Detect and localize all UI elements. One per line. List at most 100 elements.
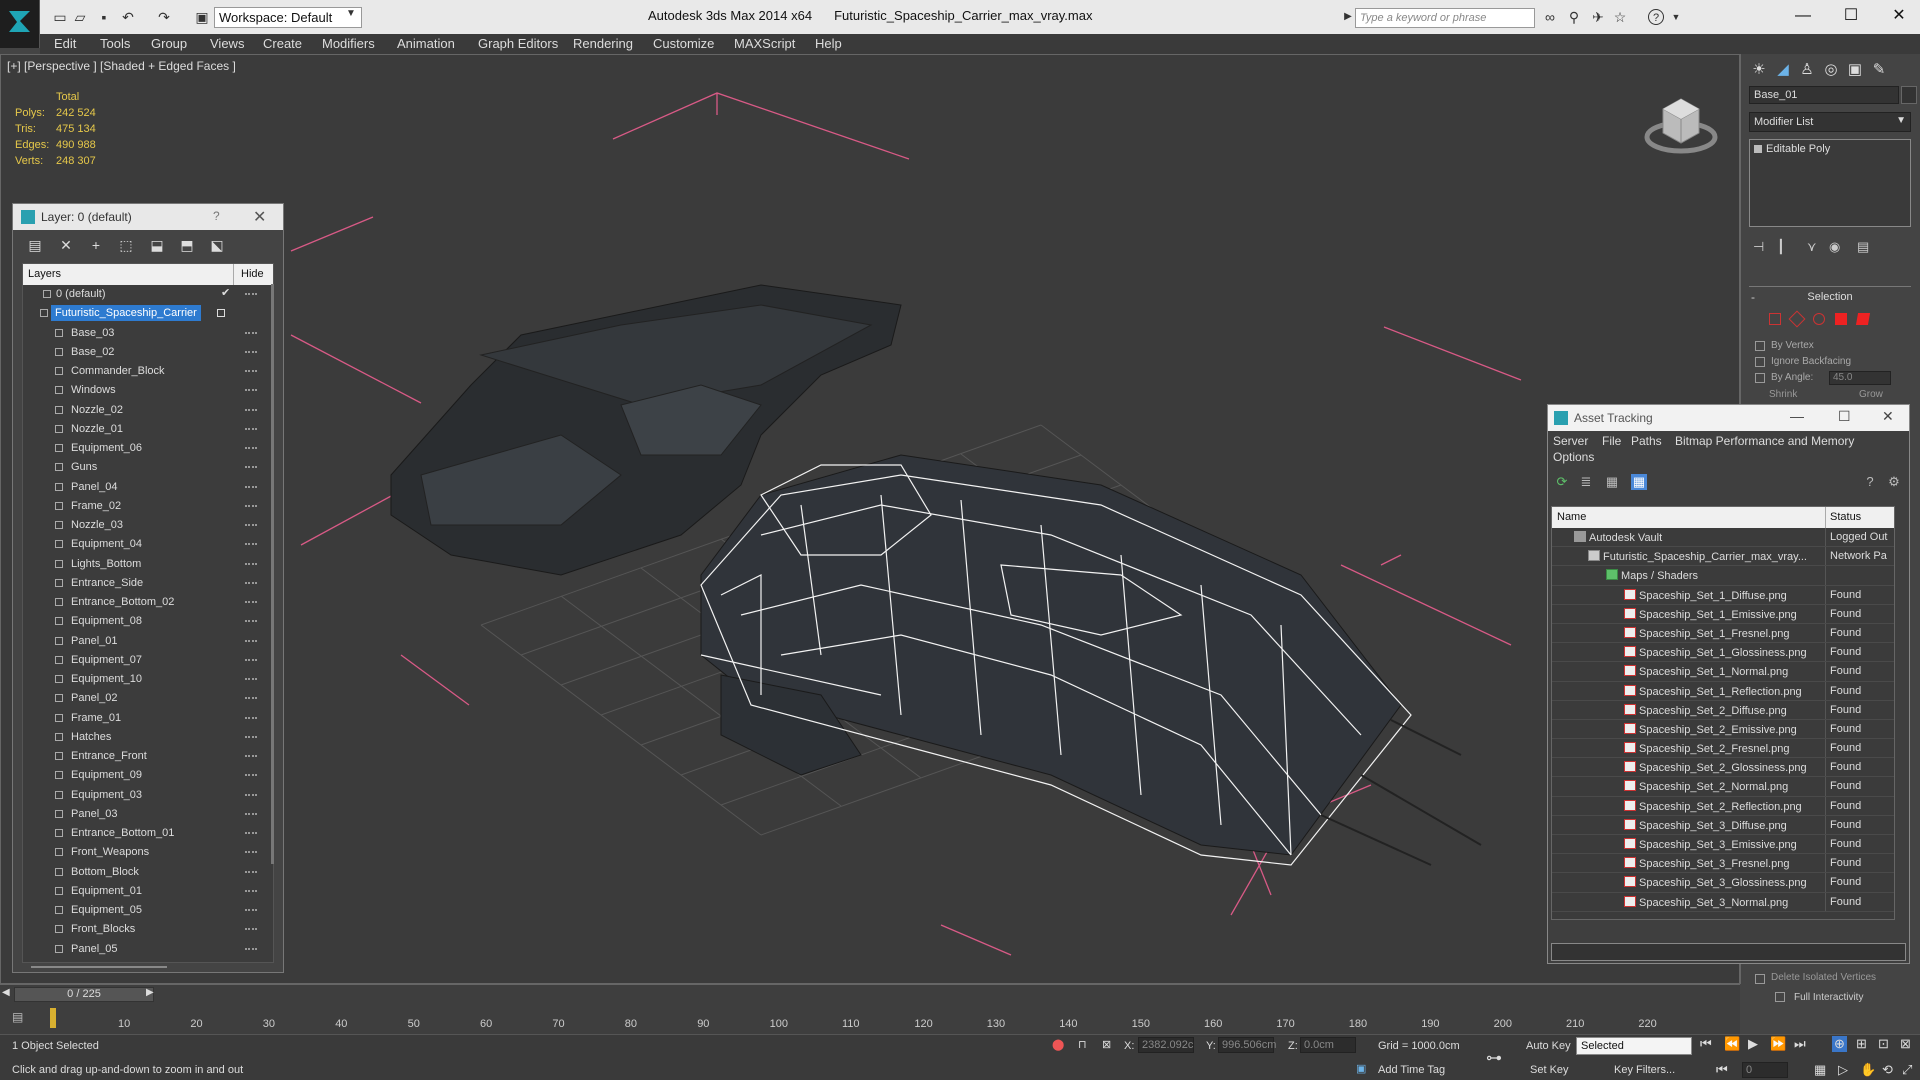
hide-toggle[interactable] — [245, 909, 257, 911]
object-color-swatch[interactable] — [1901, 86, 1917, 104]
favorites-star-icon[interactable]: ☆ — [1612, 9, 1628, 25]
maximize-button[interactable]: ☐ — [1836, 6, 1866, 26]
create-layer-icon[interactable]: ▤ — [27, 237, 43, 253]
hide-toggle[interactable] — [245, 601, 257, 603]
hide-toggle[interactable] — [245, 581, 257, 584]
grow-button[interactable]: Grow — [1859, 389, 1883, 400]
hierarchy-tab-icon[interactable]: ♙ — [1797, 60, 1817, 80]
object-name-field[interactable]: Base_01 — [1749, 86, 1899, 104]
help-icon[interactable]: ? — [1648, 9, 1664, 25]
add-time-tag-button[interactable]: Add Time Tag — [1378, 1064, 1445, 1076]
asset-row-map[interactable]: Spaceship_Set_2_Emissive.png Found — [1552, 719, 1894, 740]
ignore-backfacing-checkbox[interactable] — [1755, 357, 1765, 367]
undo-icon[interactable]: ↶ — [120, 9, 136, 25]
configure-sets-icon[interactable]: ▤ — [1857, 239, 1869, 255]
asset-row-map[interactable]: Spaceship_Set_3_Diffuse.png Found — [1552, 815, 1894, 835]
menu-bitmap-performance[interactable]: Bitmap Performance and Memory — [1675, 434, 1854, 448]
new-file-icon[interactable]: ▭ — [52, 9, 68, 25]
zoom-extents-icon[interactable]: ⊡ — [1878, 1036, 1889, 1052]
show-end-result-icon[interactable]: ┃ — [1777, 239, 1785, 255]
layer-object-row[interactable]: Entrance_Front — [23, 747, 273, 766]
hide-toggle[interactable] — [245, 427, 257, 430]
lock-selection-icon[interactable]: ⊓ — [1078, 1038, 1087, 1051]
time-tag-icon[interactable]: ▣ — [1356, 1062, 1366, 1075]
close-icon[interactable]: ✕ — [253, 207, 266, 227]
hide-toggle[interactable] — [245, 832, 257, 834]
hide-toggle[interactable] — [245, 504, 257, 507]
asset-row-map[interactable]: Spaceship_Set_2_Reflection.png Found — [1552, 796, 1894, 816]
minimize-button[interactable]: — — [1788, 6, 1818, 26]
list-view-icon[interactable]: ≣ — [1578, 474, 1594, 490]
menu-create[interactable]: Create — [263, 36, 302, 51]
layer-object-row[interactable]: Panel_05 — [23, 940, 273, 959]
asset-row-map[interactable]: Spaceship_Set_3_Fresnel.png Found — [1552, 854, 1894, 874]
viewcube-icon[interactable] — [1641, 85, 1721, 165]
layer-object-row[interactable]: Equipment_04 — [23, 535, 273, 554]
layer-panel-titlebar[interactable]: Layer: 0 (default) ? ✕ — [13, 204, 283, 230]
key-mode-icon[interactable]: ⏮ — [1716, 1062, 1728, 1078]
search-expand-icon[interactable]: ▶ — [1340, 9, 1356, 25]
layer-object-row[interactable]: Base_03 — [23, 324, 273, 343]
hide-toggle[interactable] — [245, 928, 257, 931]
pan-view-icon[interactable]: ✋ — [1860, 1062, 1876, 1078]
layer-object-row[interactable]: Nozzle_03 — [23, 516, 273, 535]
chevron-down-icon[interactable]: ▼ — [346, 8, 356, 19]
table-view-icon[interactable]: ▦ — [1604, 474, 1620, 490]
hide-toggle[interactable] — [245, 524, 257, 526]
modify-tab-icon[interactable]: ◢ — [1773, 60, 1793, 80]
hide-toggle[interactable] — [245, 639, 257, 642]
y-coordinate-field[interactable]: 996.506cm — [1218, 1037, 1276, 1053]
hide-toggle[interactable] — [245, 851, 257, 854]
layer-object-row[interactable]: Nozzle_02 — [23, 401, 273, 420]
menu-views[interactable]: Views — [210, 36, 244, 51]
hide-toggle[interactable] — [245, 485, 257, 488]
orbit-icon[interactable]: ⟲ — [1882, 1062, 1893, 1078]
by-angle-checkbox[interactable] — [1755, 373, 1765, 383]
grid-view-icon[interactable]: ▦ — [1631, 474, 1647, 490]
select-layer-icon[interactable]: ⬓ — [149, 237, 165, 253]
menu-modifiers[interactable]: Modifiers — [322, 36, 375, 51]
menu-rendering[interactable]: Rendering — [573, 36, 633, 51]
modifier-list-dropdown[interactable]: Modifier List ▼ — [1749, 112, 1911, 132]
layer-object-row[interactable]: Nozzle_01 — [23, 420, 273, 439]
asset-row-map[interactable]: Spaceship_Set_1_Reflection.png Found — [1552, 681, 1894, 701]
hide-toggle[interactable] — [245, 774, 257, 777]
polygon-mode-icon[interactable] — [1835, 313, 1847, 325]
hide-toggle[interactable] — [245, 562, 257, 565]
layer-object-row[interactable]: Entrance_Bottom_01 — [23, 824, 273, 843]
asset-row-map[interactable]: Spaceship_Set_1_Fresnel.png Found — [1552, 623, 1894, 644]
hide-toggle[interactable] — [245, 293, 257, 295]
asset-row-map[interactable]: Spaceship_Set_1_Emissive.png Found — [1552, 604, 1894, 624]
hide-toggle[interactable] — [245, 812, 257, 815]
set-key-icon[interactable]: ⊶ — [1486, 1048, 1502, 1068]
layer-object-row[interactable]: Equipment_10 — [23, 670, 273, 689]
redo-icon[interactable]: ↷ — [156, 9, 172, 25]
play-icon[interactable]: ▶ — [1748, 1036, 1758, 1052]
shrink-button[interactable]: Shrink — [1769, 389, 1797, 400]
make-unique-icon[interactable]: ⋎ — [1807, 239, 1817, 255]
layer-row-default[interactable]: 0 (default) ✔ — [23, 285, 273, 304]
menu-options[interactable]: Options — [1553, 450, 1594, 464]
curve-editor-icon[interactable]: ▤ — [12, 1010, 23, 1024]
binoculars-icon[interactable]: ∞ — [1542, 9, 1558, 25]
hide-all-layers-icon[interactable]: ⬕ — [209, 237, 225, 253]
go-to-start-icon[interactable]: ⏮ — [1700, 1036, 1712, 1052]
remove-modifier-icon[interactable]: ◉ — [1829, 239, 1840, 255]
open-file-icon[interactable]: ▱ — [72, 9, 88, 25]
menu-graph-editors[interactable]: Graph Editors — [478, 36, 558, 51]
asset-row-map[interactable]: Spaceship_Set_3_Glossiness.png Found — [1552, 873, 1894, 893]
isolate-selection-icon[interactable]: ⬤ — [1052, 1038, 1064, 1051]
layer-object-row[interactable]: Panel_03 — [23, 805, 273, 824]
asset-row-map[interactable]: Spaceship_Set_3_Normal.png Found — [1552, 892, 1894, 912]
stack-item-editable-poly[interactable]: Editable Poly — [1752, 143, 1830, 155]
key-filters-button[interactable]: Key Filters... — [1614, 1064, 1675, 1076]
set-key-button[interactable]: Set Key — [1530, 1064, 1569, 1076]
column-layers[interactable]: Layers — [28, 268, 61, 280]
hide-toggle[interactable] — [245, 389, 257, 392]
menu-help[interactable]: Help — [815, 36, 842, 51]
column-hide[interactable]: Hide — [241, 268, 264, 280]
x-coordinate-field[interactable]: 2382.092c — [1138, 1037, 1194, 1053]
current-frame-field[interactable]: 0 — [1742, 1062, 1788, 1078]
project-folder-icon[interactable]: ▣ — [194, 9, 210, 25]
vault-settings-icon[interactable]: ⚙ — [1886, 474, 1902, 490]
